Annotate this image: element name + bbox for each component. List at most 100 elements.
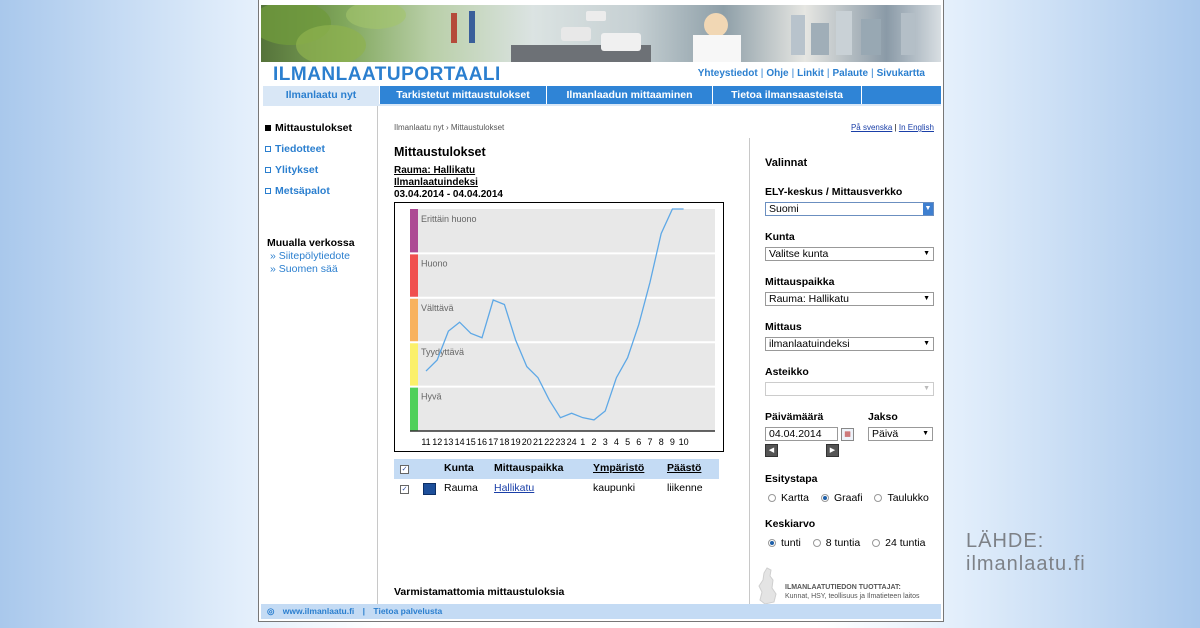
radio-24-tuntia[interactable]: 24 tuntia (872, 537, 925, 549)
sidebar: Mittaustulokset Tiedotteet Ylitykset Met… (259, 106, 378, 606)
band-label-4: Erittäin huono (421, 214, 477, 224)
cell-kunta: Rauma (444, 482, 478, 494)
ely-select[interactable]: Suomi ▼ (765, 202, 934, 216)
x-tick-18: 18 (499, 437, 509, 447)
mittauspaikka-label: Mittauspaikka (765, 276, 835, 288)
col-kunta: Kunta (444, 462, 474, 474)
breadcrumb: Ilmanlaatu nyt › Mittaustulokset (394, 123, 505, 132)
kunta-label: Kunta (765, 231, 795, 243)
aqi-chart: Hyvä Tyydyttävä Välttävä Huono Erittäin huon… (394, 202, 724, 452)
band-label-0: Hyvä (421, 392, 442, 402)
top-link-help[interactable]: Ohje (766, 68, 788, 79)
footer-bar: ◎ www.ilmanlaatu.fi | Tietoa palvelusta (261, 604, 941, 619)
sidebar-item-tiedotteet[interactable]: Tiedotteet (265, 143, 325, 155)
results-table-header: ✓ Kunta Mittauspaikka Ympäristö Päästö (394, 459, 719, 479)
top-link-contact[interactable]: Yhteystiedot (698, 68, 758, 79)
tab-tarkistetut-mittaustulokset[interactable]: Tarkistetut mittaustulokset (380, 86, 547, 104)
band-color-1 (410, 342, 418, 387)
select-all-checkbox[interactable]: ✓ (400, 465, 409, 474)
source-caption: LÄHDE: ilmanlaatu.fi (966, 530, 1086, 576)
sidebar-item-ylitykset[interactable]: Ylitykset (265, 164, 318, 176)
radio-graafi[interactable]: Graafi (820, 492, 863, 504)
cell-mittauspaikka-link[interactable]: Hallikatu (494, 482, 534, 494)
x-tick-15: 15 (466, 437, 476, 447)
col-ymparisto[interactable]: Ympäristö (593, 462, 644, 474)
row-checkbox[interactable]: ✓ (400, 485, 409, 494)
band-label-3: Huono (421, 258, 448, 268)
prev-date-button[interactable]: ◀ (765, 444, 778, 457)
source-site: ilmanlaatu.fi (966, 553, 1086, 575)
x-tick-22: 22 (544, 437, 554, 447)
chevron-down-icon: ▼ (923, 203, 933, 215)
x-tick-14: 14 (455, 437, 465, 447)
tab-ilmanlaatu-nyt[interactable]: Ilmanlaatu nyt (263, 86, 380, 104)
asteikko-select[interactable]: ▼ (765, 382, 934, 396)
options-panel: Valinnat ELY-keskus / Mittausverkko Suom… (749, 138, 942, 608)
page-title: Mittaustulokset (394, 145, 486, 159)
cell-ymparisto: kaupunki (593, 482, 636, 494)
mittauspaikka-select[interactable]: Rauma: Hallikatu ▼ (765, 292, 934, 306)
chevron-down-icon: ▼ (923, 340, 930, 347)
tab-tietoa-ilmansaasteista[interactable]: Tietoa ilmansaasteista (713, 86, 862, 104)
mittaus-select[interactable]: ilmanlaatuindeksi ▼ (765, 337, 934, 351)
col-paasto[interactable]: Päästö (667, 462, 701, 474)
x-tick-10: 10 (679, 437, 689, 447)
x-tick-23: 23 (555, 437, 565, 447)
language-links: På svenska | In English (850, 123, 934, 132)
link-suomen-saa[interactable]: » Suomen sää (270, 263, 338, 275)
paivamaara-label: Päivämäärä (765, 411, 824, 423)
source-label: LÄHDE: (966, 530, 1045, 552)
tab-ilmanlaadun-mittaaminen[interactable]: Ilmanlaadun mittaaminen (547, 86, 713, 104)
x-tick-17: 17 (488, 437, 498, 447)
top-link-feedback[interactable]: Palaute (832, 68, 868, 79)
plot-background (410, 209, 715, 431)
main-nav: Ilmanlaatu nyt Tarkistetut mittaustuloks… (263, 86, 941, 104)
site-logo[interactable]: ILMANLAATUPORTAALI (273, 64, 501, 86)
radio-kartta[interactable]: Kartta (768, 492, 809, 504)
date-range: 03.04.2014 - 04.04.2014 (394, 189, 503, 200)
unverified-note: Varmistamattomia mittaustuloksia (394, 586, 565, 598)
date-input[interactable]: 04.04.2014 (765, 427, 838, 441)
top-link-links[interactable]: Linkit (797, 68, 824, 79)
x-tick-16: 16 (477, 437, 487, 447)
radio-taulukko[interactable]: Taulukko (874, 492, 929, 504)
esitystapa-options: Kartta Graafi Taulukko (768, 492, 929, 504)
x-tick-1: 1 (580, 437, 585, 447)
top-link-sitemap[interactable]: Sivukartta (877, 68, 925, 79)
radio-8-tuntia[interactable]: 8 tuntia (812, 537, 860, 549)
top-links: Yhteystiedot | Ohje | Linkit | Palaute | Sivukar… (697, 68, 925, 79)
band-label-1: Tyydyttävä (421, 347, 464, 357)
radio-tunti[interactable]: tunti (768, 537, 801, 549)
sidebar-item-metsapalot[interactable]: Metsäpalot (265, 185, 330, 197)
measure-title: Ilmanlaatuindeksi (394, 177, 478, 188)
x-tick-6: 6 (636, 437, 641, 447)
calendar-icon[interactable]: ▦ (841, 428, 854, 441)
ely-label: ELY-keskus / Mittausverkko (765, 186, 903, 198)
x-tick-3: 3 (603, 437, 608, 447)
jakso-select[interactable]: Päivä ▼ (868, 427, 933, 441)
x-tick-4: 4 (614, 437, 619, 447)
x-tick-19: 19 (511, 437, 521, 447)
keskiarvo-options: tunti 8 tuntia 24 tuntia (768, 537, 925, 549)
footer-about-link[interactable]: Tietoa palvelusta (373, 606, 442, 616)
jakso-label: Jakso (868, 411, 898, 423)
x-tick-11: 11 (421, 437, 430, 447)
next-date-button[interactable]: ▶ (826, 444, 839, 457)
lang-english-link[interactable]: In English (899, 123, 934, 132)
x-tick-7: 7 (647, 437, 652, 447)
kunta-select[interactable]: Valitse kunta ▼ (765, 247, 934, 261)
x-tick-12: 12 (432, 437, 442, 447)
lang-swedish-link[interactable]: På svenska (851, 123, 892, 132)
station-info-icon[interactable] (423, 483, 436, 495)
band-color-2 (410, 297, 418, 343)
footer-bullet-icon: ◎ (267, 606, 275, 616)
x-tick-24: 24 (567, 437, 577, 447)
chevron-down-icon: ▼ (923, 250, 930, 257)
elsewhere-heading: Muualla verkossa (267, 237, 355, 249)
col-mittauspaikka: Mittauspaikka (494, 462, 564, 474)
footer-site-link[interactable]: www.ilmanlaatu.fi (283, 606, 354, 616)
band-color-4 (410, 209, 418, 254)
sidebar-item-mittaustulokset[interactable]: Mittaustulokset (265, 122, 352, 134)
link-siitepolytiedote[interactable]: » Siitepölytiedote (270, 250, 350, 262)
browser-page: ILMANLAATUPORTAALI Yhteystiedot | Ohje | Lin… (258, 0, 944, 622)
